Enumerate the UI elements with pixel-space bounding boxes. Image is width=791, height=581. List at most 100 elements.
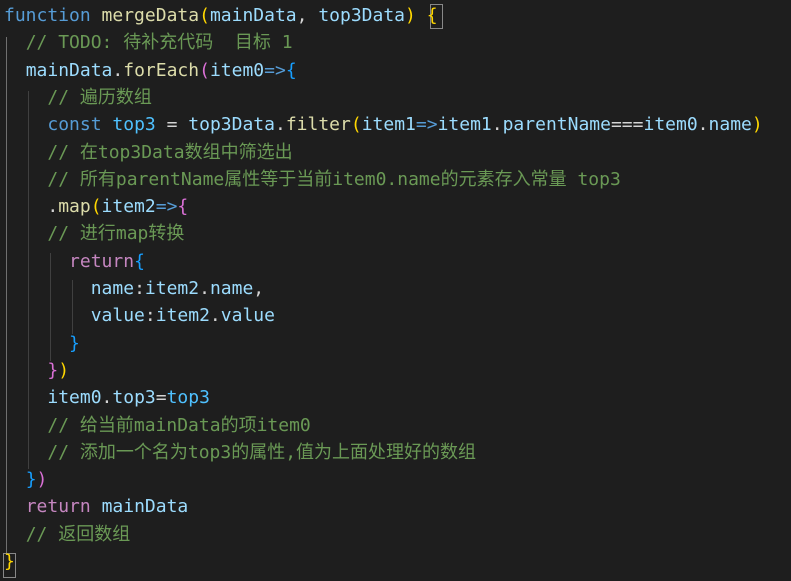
- code-line[interactable]: // 进行map转换: [4, 220, 184, 247]
- code-comment: // TODO: 待补充代码 目标 1: [25, 32, 293, 54]
- code-token: {: [426, 5, 438, 26]
- code-token: .: [112, 59, 124, 81]
- code-line[interactable]: value:item2.value: [4, 302, 275, 329]
- code-line[interactable]: name:item2.name,: [4, 275, 264, 302]
- code-token: (: [199, 59, 210, 81]
- code-line[interactable]: // 给当前mainData的项item0: [4, 412, 311, 439]
- code-line[interactable]: }): [4, 466, 48, 493]
- code-token: }: [4, 551, 15, 572]
- code-token: .: [209, 305, 221, 327]
- code-token: :: [134, 278, 145, 299]
- code-token: mergeData: [101, 5, 200, 26]
- code-token: =>: [155, 196, 178, 218]
- code-editor[interactable]: function mergeData(mainData, top3Data) {…: [0, 0, 791, 581]
- code-line[interactable]: function mergeData(mainData, top3Data) {: [4, 2, 438, 29]
- code-token: item0: [643, 114, 698, 136]
- code-line[interactable]: // TODO: 待补充代码 目标 1: [4, 29, 293, 56]
- code-token: .: [697, 114, 709, 136]
- code-token: {: [177, 196, 189, 218]
- code-token: function: [4, 5, 91, 26]
- code-line[interactable]: // 所有parentName属性等于当前item0.name的元素存入常量 t…: [4, 166, 620, 193]
- code-token: .: [491, 114, 503, 136]
- code-token: mainData: [209, 5, 297, 26]
- code-token: :: [144, 305, 156, 327]
- code-token: item2: [101, 196, 156, 218]
- code-token: .: [101, 387, 113, 409]
- code-line[interactable]: return mainData: [4, 493, 189, 520]
- code-token: name: [209, 278, 254, 299]
- code-token: map: [58, 196, 91, 218]
- code-token: item1: [361, 114, 416, 136]
- code-token: parentName: [502, 114, 611, 136]
- code-token: .: [274, 114, 286, 136]
- code-token: }: [69, 332, 80, 354]
- code-token: top3Data: [318, 5, 406, 26]
- code-line[interactable]: // 返回数组: [4, 521, 131, 548]
- code-token: item1: [437, 114, 492, 136]
- code-token: =>: [264, 59, 286, 81]
- code-token: name: [708, 114, 752, 136]
- code-token: =: [155, 114, 189, 136]
- code-token: }: [47, 359, 59, 381]
- code-token: item0: [209, 59, 265, 81]
- code-token: =: [155, 387, 167, 409]
- code-token: }: [25, 469, 37, 491]
- code-token: value: [220, 305, 275, 327]
- code-line[interactable]: mainData.forEach(item0=>{: [4, 57, 297, 84]
- code-line[interactable]: return{: [4, 248, 145, 275]
- code-line[interactable]: }: [4, 548, 15, 575]
- code-token: value: [90, 305, 145, 327]
- code-token: return: [25, 496, 91, 518]
- code-token: {: [285, 59, 297, 81]
- code-token: return: [69, 250, 135, 272]
- code-line[interactable]: // 添加一个名为top3的属性,值为上面处理好的数组: [4, 439, 476, 466]
- code-comment: // 添加一个名为top3的属性,值为上面处理好的数组: [47, 441, 477, 463]
- code-token: (: [90, 196, 102, 218]
- code-token: top3: [166, 387, 210, 409]
- code-token: top3Data: [188, 114, 275, 136]
- code-token: (: [350, 114, 362, 136]
- code-comment: // 遍历数组: [47, 86, 152, 108]
- code-token: .: [199, 278, 210, 299]
- code-line[interactable]: // 遍历数组: [4, 84, 152, 111]
- code-token: mainData: [101, 496, 189, 518]
- code-line[interactable]: }: [4, 330, 80, 357]
- code-line[interactable]: }): [4, 357, 69, 384]
- code-line[interactable]: .map(item2=>{: [4, 193, 188, 220]
- code-token: .: [4, 196, 59, 218]
- code-token: filter: [285, 114, 351, 136]
- code-line[interactable]: item0.top3=top3: [4, 384, 210, 411]
- code-line[interactable]: // 在top3Data数组中筛选出: [4, 139, 292, 166]
- code-token: const: [47, 114, 102, 136]
- code-token: top3: [112, 387, 156, 409]
- code-token: top3: [112, 114, 156, 136]
- code-token: ,: [253, 278, 265, 299]
- code-line[interactable]: const top3 = top3Data.filter(item1=>item…: [4, 111, 762, 138]
- code-comment: // 返回数组: [25, 523, 131, 545]
- code-token: item2: [155, 305, 210, 327]
- code-token: ): [405, 5, 416, 26]
- code-comment: // 给当前mainData的项item0: [47, 414, 311, 436]
- code-token: mainData: [25, 59, 113, 81]
- code-token: item0: [47, 387, 102, 409]
- code-token: =>: [415, 114, 438, 136]
